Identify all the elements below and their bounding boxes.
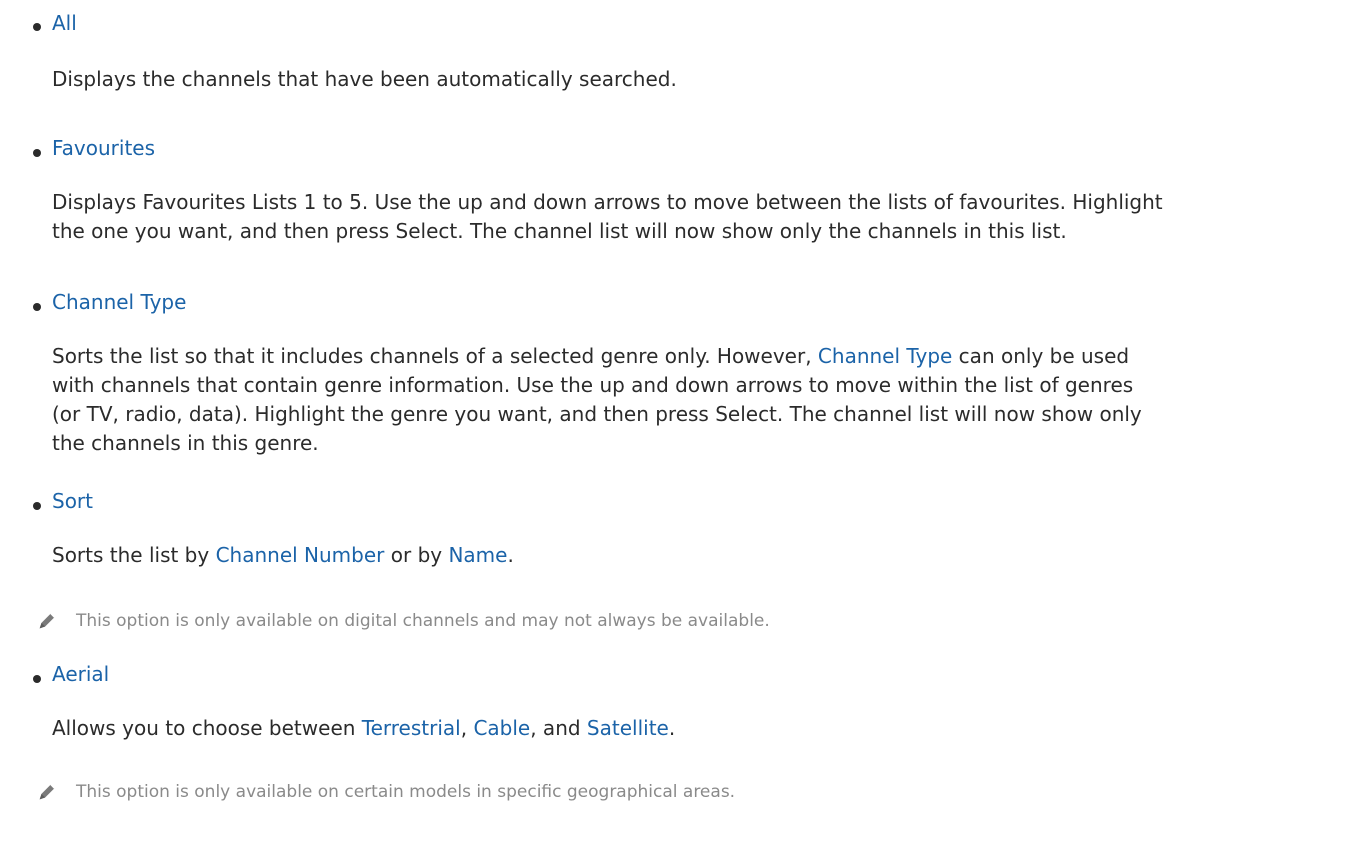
item-description-channel-type: Sorts the list so that it includes chann… — [52, 344, 1142, 455]
item-title-sort: Sort — [52, 489, 93, 513]
item-title-channel-type: Channel Type — [52, 290, 187, 314]
inline-term-terrestrial: Terrestrial — [361, 716, 461, 740]
item-description-favourites: Displays Favourites Lists 1 to 5. Use th… — [52, 190, 1163, 243]
bullet — [33, 502, 41, 510]
bullet — [33, 303, 41, 311]
item-title-all: All — [52, 11, 77, 35]
item-title-aerial: Aerial — [52, 662, 110, 686]
pencil-icon — [39, 613, 55, 629]
inline-term-channel-type: Channel Type — [817, 344, 953, 368]
inline-term-channel-number: Channel Number — [215, 543, 385, 567]
item-description-sort: Sorts the list by Channel Number or by N… — [52, 543, 514, 567]
item-description-aerial: Allows you to choose between Terrestrial… — [52, 716, 676, 740]
item-title-favourites: Favourites — [52, 136, 156, 160]
bullet — [33, 675, 41, 683]
bullet — [33, 23, 41, 31]
bullet — [33, 149, 41, 157]
note-aerial: This option is only available on certain… — [76, 782, 736, 802]
note-sort: This option is only available on digital… — [76, 611, 770, 631]
document-page: All Displays the channels that have been… — [0, 0, 1353, 845]
inline-term-name: Name — [448, 543, 508, 567]
pencil-icon — [39, 784, 55, 800]
inline-term-cable: Cable — [473, 716, 531, 740]
item-description-all: Displays the channels that have been aut… — [52, 67, 677, 91]
inline-term-satellite: Satellite — [586, 716, 669, 740]
